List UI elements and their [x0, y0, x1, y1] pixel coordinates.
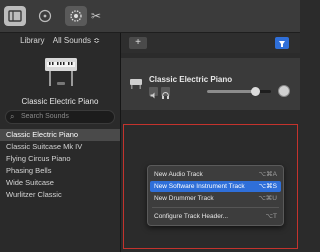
sounds-dropdown[interactable]: All Sounds ≎: [53, 36, 100, 45]
control-bar: ✂: [0, 0, 300, 33]
menu-item-shortcut: ⌥T: [265, 213, 277, 220]
track-name: Classic Electric Piano: [149, 75, 233, 84]
speaker-icon: [150, 92, 155, 99]
library-button[interactable]: [4, 6, 26, 26]
menu-item-label: New Software Instrument Track: [154, 183, 245, 190]
sound-list-item[interactable]: Wurlitzer Classic: [0, 189, 120, 201]
electric-piano-icon: [45, 58, 77, 86]
library-icon: [8, 10, 22, 22]
editors-button[interactable]: ✂: [89, 6, 103, 26]
sound-list-item[interactable]: Phasing Bells: [0, 165, 120, 177]
search-icon: ⌕: [10, 112, 15, 121]
tracks-header: +: [121, 33, 300, 53]
headphones-button[interactable]: [161, 87, 170, 99]
menu-item-shortcut: ⌥⌘A: [258, 171, 277, 178]
search-field[interactable]: ⌕ Search Sounds: [5, 110, 115, 124]
menu-item-label: New Audio Track: [154, 171, 203, 178]
library-panel: Library All Sounds ≎ Classic Electric Pi…: [0, 33, 121, 252]
menu-item-shortcut: ⌥⌘U: [258, 195, 277, 202]
library-title: Library: [20, 36, 45, 45]
smart-controls-button[interactable]: [65, 6, 87, 26]
sound-list: Classic Electric Piano Classic Suitcase …: [0, 129, 120, 201]
sound-list-item[interactable]: Classic Suitcase Mk IV: [0, 141, 120, 153]
library-header: Library All Sounds ≎: [0, 36, 120, 45]
sound-list-item[interactable]: Wide Suitcase: [0, 177, 120, 189]
mute-button[interactable]: [149, 87, 158, 99]
menu-separator: [152, 207, 279, 208]
volume-slider[interactable]: [207, 87, 271, 96]
sound-list-item[interactable]: Classic Electric Piano: [0, 129, 120, 141]
scissors-icon: ✂: [90, 9, 102, 23]
menu-item-label: New Drummer Track: [154, 195, 214, 202]
pan-knob[interactable]: [278, 85, 290, 97]
menu-item-new-drummer-track[interactable]: New Drummer Track ⌥⌘U: [150, 193, 281, 204]
menu-item-new-software-instrument-track[interactable]: New Software Instrument Track ⌥⌘S: [150, 181, 281, 192]
search-placeholder: Search Sounds: [21, 113, 69, 120]
menu-item-configure-track-header[interactable]: Configure Track Header... ⌥T: [150, 211, 281, 222]
menu-item-new-audio-track[interactable]: New Audio Track ⌥⌘A: [150, 169, 281, 180]
help-icon: [38, 9, 52, 23]
menu-item-label: Configure Track Header...: [154, 213, 229, 220]
add-track-button[interactable]: +: [129, 37, 147, 49]
smart-controls-icon: [70, 10, 82, 22]
headphones-icon: [162, 91, 169, 99]
quick-help-button[interactable]: [35, 6, 55, 26]
context-menu: New Audio Track ⌥⌘A New Software Instrum…: [147, 165, 284, 226]
track-filter-button[interactable]: [275, 37, 289, 49]
sound-list-item[interactable]: Flying Circus Piano: [0, 153, 120, 165]
track-header[interactable]: Classic Electric Piano: [121, 58, 300, 110]
volume-knob[interactable]: [251, 87, 260, 96]
track-instrument-icon: [130, 79, 142, 89]
menu-item-shortcut: ⌥⌘S: [258, 183, 277, 190]
filter-icon: [279, 41, 285, 47]
instrument-name: Classic Electric Piano: [21, 97, 99, 106]
